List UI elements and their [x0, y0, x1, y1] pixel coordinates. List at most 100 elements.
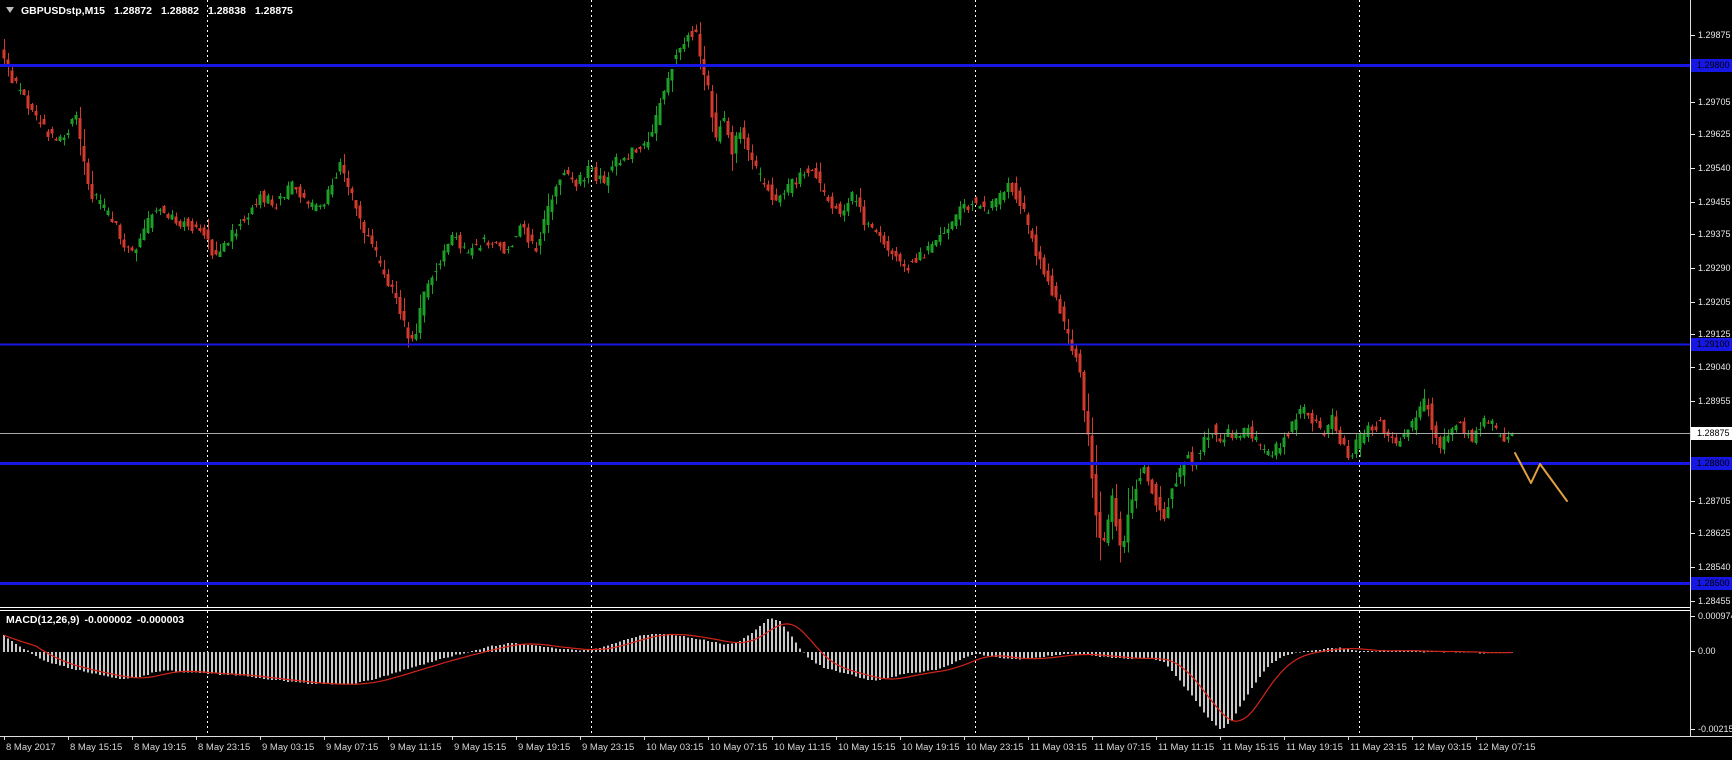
symbol-timeframe-label: GBPUSDstp,M15	[21, 5, 105, 17]
time-tick-mark	[836, 737, 837, 740]
time-tick-mark	[580, 737, 581, 740]
time-tick-label: 10 May 19:15	[902, 742, 960, 753]
ohlc-low-value: 1.28838	[208, 5, 246, 17]
macd-tick-mark	[1691, 616, 1695, 617]
macd-main-value: -0.000002	[85, 614, 132, 626]
time-tick-label: 12 May 03:15	[1414, 742, 1472, 753]
time-tick-mark	[1476, 737, 1477, 740]
time-tick-mark	[1220, 737, 1221, 740]
macd-tick-label: 0.00	[1698, 646, 1716, 656]
level-price-flag: 1.29100	[1691, 338, 1732, 351]
time-tick-label: 11 May 11:15	[1158, 742, 1214, 753]
price-tick-mark	[1691, 202, 1695, 203]
price-tick-mark	[1691, 168, 1695, 169]
macd-signal-line	[4, 624, 1512, 721]
time-tick-label: 9 May 07:15	[326, 742, 378, 753]
time-tick-label: 10 May 23:15	[966, 742, 1024, 753]
macd-chart-canvas[interactable]	[0, 611, 1690, 734]
time-tick-mark	[1028, 737, 1029, 740]
price-tick-mark	[1691, 533, 1695, 534]
price-tick-label: 1.28705	[1698, 496, 1731, 506]
price-axis[interactable]: 1.298751.297901.297051.296251.295401.294…	[1690, 0, 1732, 736]
time-tick-label: 11 May 03:15	[1030, 742, 1087, 753]
price-tick-mark	[1691, 268, 1695, 269]
time-tick-mark	[516, 737, 517, 740]
time-tick-label: 9 May 23:15	[582, 742, 634, 753]
time-tick-label: 8 May 15:15	[70, 742, 122, 753]
time-tick-label: 9 May 11:15	[390, 742, 442, 753]
time-axis[interactable]: 8 May 2017 8 May 15:15 8 May 19:15 8 May 23…	[0, 736, 1732, 760]
price-tick-mark	[1691, 501, 1695, 502]
macd-params-label: MACD(12,26,9)	[6, 614, 80, 626]
macd-tick-mark	[1691, 729, 1695, 730]
time-tick-label: 11 May 19:15	[1286, 742, 1343, 753]
price-tick-label: 1.28625	[1698, 528, 1731, 538]
macd-tick-mark	[1691, 651, 1695, 652]
price-tick-mark	[1691, 367, 1695, 368]
price-tick-label: 1.29040	[1698, 362, 1731, 372]
candle-bodies-up	[19, 35, 1514, 547]
chart-title-overlay: GBPUSDstp,M15 1.28872 1.28882 1.28838 1.2887…	[6, 5, 293, 17]
candle-bodies-down	[3, 30, 1506, 546]
time-tick-label: 12 May 07:15	[1478, 742, 1536, 753]
time-tick-label: 8 May 2017	[6, 742, 56, 753]
price-tick-label: 1.29290	[1698, 263, 1731, 273]
time-tick-mark	[196, 737, 197, 740]
time-tick-label: 10 May 11:15	[774, 742, 831, 753]
price-tick-label: 1.29205	[1698, 297, 1731, 307]
time-tick-mark	[1412, 737, 1413, 740]
price-tick-label: 1.29375	[1698, 229, 1731, 239]
price-chart-pane[interactable]: GBPUSDstp,M15 1.28872 1.28882 1.28838 1.2887…	[0, 0, 1690, 608]
price-tick-label: 1.29625	[1698, 129, 1731, 139]
time-tick-mark	[644, 737, 645, 740]
price-tick-label: 1.29455	[1698, 197, 1731, 207]
time-tick-mark	[68, 737, 69, 740]
time-tick-mark	[1092, 737, 1093, 740]
ohlc-high-value: 1.28882	[161, 5, 199, 17]
ohlc-open-value: 1.28872	[114, 5, 152, 17]
price-tick-label: 1.28455	[1698, 596, 1731, 606]
time-tick-label: 8 May 23:15	[198, 742, 250, 753]
time-tick-mark	[1284, 737, 1285, 740]
price-tick-mark	[1691, 134, 1695, 135]
ohlc-close-value: 1.28875	[255, 5, 293, 17]
time-tick-mark	[964, 737, 965, 740]
price-tick-mark	[1691, 102, 1695, 103]
price-tick-mark	[1691, 567, 1695, 568]
time-tick-label: 10 May 03:15	[646, 742, 704, 753]
price-tick-label: 1.29540	[1698, 163, 1731, 173]
macd-tick-label: -0.002155	[1698, 724, 1732, 734]
candle-wicks-down	[5, 22, 1505, 563]
level-price-flag: 1.28500	[1691, 577, 1732, 590]
macd-indicator-pane[interactable]: MACD(12,26,9) -0.000002 -0.000003	[0, 610, 1690, 736]
time-tick-mark	[708, 737, 709, 740]
candlestick-chart-canvas[interactable]	[0, 0, 1690, 607]
time-tick-label: 8 May 19:15	[134, 742, 186, 753]
time-tick-mark	[900, 737, 901, 740]
price-tick-mark	[1691, 302, 1695, 303]
time-tick-label: 10 May 07:15	[710, 742, 768, 753]
trend-zigzag-drawing[interactable]	[1515, 453, 1567, 501]
price-tick-mark	[1691, 401, 1695, 402]
price-tick-mark	[1691, 234, 1695, 235]
macd-signal-value: -0.000003	[137, 614, 184, 626]
current-price-flag: 1.28875	[1691, 427, 1732, 440]
time-tick-label: 9 May 15:15	[454, 742, 506, 753]
time-tick-mark	[1156, 737, 1157, 740]
time-tick-label: 9 May 03:15	[262, 742, 314, 753]
time-tick-mark	[772, 737, 773, 740]
time-tick-mark	[132, 737, 133, 740]
price-tick-label: 1.29875	[1698, 30, 1731, 40]
candle-wicks-up	[21, 32, 1513, 553]
price-tick-mark	[1691, 35, 1695, 36]
price-tick-label: 1.28540	[1698, 562, 1731, 572]
time-tick-label: 11 May 07:15	[1094, 742, 1151, 753]
time-tick-label: 11 May 15:15	[1222, 742, 1279, 753]
time-tick-mark	[260, 737, 261, 740]
mt4-chart-window: GBPUSDstp,M15 1.28872 1.28882 1.28838 1.2887…	[0, 0, 1732, 760]
price-tick-mark	[1691, 334, 1695, 335]
symbol-marker-icon	[6, 7, 14, 13]
time-tick-mark	[324, 737, 325, 740]
macd-title-overlay: MACD(12,26,9) -0.000002 -0.000003	[6, 614, 184, 626]
time-tick-mark	[452, 737, 453, 740]
